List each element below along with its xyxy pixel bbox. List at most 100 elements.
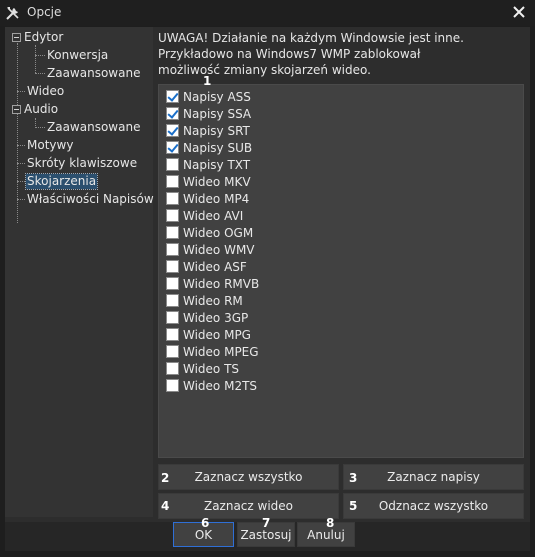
checkbox-unchecked[interactable] [166,311,179,324]
checkbox-unchecked[interactable] [166,260,179,273]
association-label: Napisy ASS [183,89,251,104]
collapse-icon[interactable] [12,105,21,114]
checkbox-unchecked[interactable] [166,209,179,222]
association-label: Wideo ASF [183,259,247,274]
association-item[interactable]: Wideo 3GP [166,309,248,326]
select-video-label: Zaznacz wideo [203,499,294,513]
association-item[interactable]: Wideo AVI [166,207,243,224]
association-item[interactable]: Napisy SRT [166,122,250,139]
association-item[interactable]: Wideo TS [166,360,239,377]
select-all-label: Zaznacz wszystko [194,470,303,484]
tree-line [35,45,36,73]
association-item[interactable]: Wideo MPEG [166,343,259,360]
tree-item-edytor[interactable]: Edytor [23,30,64,45]
checkbox-checked[interactable] [166,141,179,154]
tree-item-zaawansowane-edytor[interactable]: Zaawansowane [46,66,141,81]
checkbox-unchecked[interactable] [166,226,179,239]
association-item[interactable]: Napisy SUB [166,139,252,156]
tree-item-skojarzenia[interactable]: Skojarzenia [24,173,99,190]
checkbox-checked[interactable] [166,90,179,103]
tools-icon [6,7,19,20]
association-item[interactable]: Wideo MKV [166,173,251,190]
tree-line [17,91,25,92]
select-video-button[interactable]: Zaznacz wideo [158,493,339,519]
collapse-icon[interactable] [12,33,21,42]
association-item[interactable]: Wideo MP4 [166,190,249,207]
marker-label: 1 [203,74,212,88]
tree-line [17,163,25,164]
association-item[interactable]: Wideo OGM [166,224,253,241]
checkbox-unchecked[interactable] [166,294,179,307]
association-label: Wideo WMV [183,242,255,257]
select-subtitles-label: Zaznacz napisy [387,470,480,484]
tree-item-skroty[interactable]: Skróty klawiszowe [26,156,138,171]
association-label: Wideo MPG [183,327,251,342]
tree-line [17,199,25,200]
tree-line [17,145,25,146]
deselect-all-label: Odznacz wszystko [378,499,489,513]
tree-line [35,55,45,56]
tree-item-wlasciwosci-napisow[interactable]: Właściwości Napisów [26,192,155,207]
association-item[interactable]: Wideo RMVB [166,275,259,292]
checkbox-unchecked[interactable] [166,328,179,341]
association-label: Napisy SUB [183,140,253,155]
deselect-all-button[interactable]: Odznacz wszystko [343,493,524,519]
marker-label: 7 [262,516,271,530]
checkbox-checked[interactable] [166,124,179,137]
marker-label: 5 [349,499,358,513]
association-item[interactable]: Wideo M2TS [166,377,257,394]
checkbox-unchecked[interactable] [166,362,179,375]
association-label: Wideo 3GP [183,310,249,325]
association-list[interactable]: Napisy ASS Napisy SSA Napisy SRT Napisy SUB… [158,84,524,458]
association-label: Napisy SSA [183,106,252,121]
marker-label: 2 [161,471,170,485]
association-item[interactable]: Napisy ASS [166,88,251,105]
checkbox-unchecked[interactable] [166,379,179,392]
marker-label: 3 [349,471,358,485]
checkbox-checked[interactable] [166,107,179,120]
close-icon[interactable] [511,4,527,20]
tree-line [17,43,18,223]
tree-item-zaawansowane-audio[interactable]: Zaawansowane [46,120,141,135]
association-label: Wideo AVI [183,208,244,223]
association-item[interactable]: Wideo ASF [166,258,247,275]
warning-line: UWAGA! Działanie na każdym Windowsie jes… [158,31,464,45]
association-label: Wideo M2TS [183,378,258,393]
checkbox-unchecked[interactable] [166,345,179,358]
association-item[interactable]: Wideo WMV [166,241,255,258]
association-label: Wideo OGM [183,225,254,240]
checkbox-unchecked[interactable] [166,175,179,188]
tree-item-wideo[interactable]: Wideo [26,84,65,99]
tree-line [35,127,45,128]
association-item[interactable]: Wideo RM [166,292,243,309]
association-label: Wideo MP4 [183,191,250,206]
tree-item-audio[interactable]: Audio [23,102,59,117]
association-label: Napisy SRT [183,123,250,138]
association-label: Wideo MKV [183,174,251,189]
warning-line: Przykładowo na Windows7 WMP zablokował [158,47,421,61]
association-item[interactable]: Napisy TXT [166,156,250,173]
checkbox-unchecked[interactable] [166,243,179,256]
select-subtitles-button[interactable]: Zaznacz napisy [343,464,524,490]
marker-label: 4 [161,499,170,513]
marker-label: 6 [201,516,210,530]
dialog-body: Edytor Konwersja Zaawansowane Wideo Audi… [5,27,530,551]
checkbox-unchecked[interactable] [166,277,179,290]
category-tree[interactable]: Edytor Konwersja Zaawansowane Wideo Audi… [5,27,155,517]
tree-line [17,181,25,182]
select-all-button[interactable]: Zaznacz wszystko [158,464,339,490]
tree-item-motywy[interactable]: Motywy [26,138,74,153]
tree-item-konwersja[interactable]: Konwersja [46,48,109,63]
tree-line [35,73,45,74]
warning-text: UWAGA! Działanie na każdym Windowsie jes… [158,30,528,78]
checkbox-unchecked[interactable] [166,192,179,205]
warning-line: możliwość zmiany skojarzeń wideo. [158,63,371,77]
association-label: Wideo TS [183,361,240,376]
association-label: Wideo RMVB [183,276,260,291]
association-item[interactable]: Wideo MPG [166,326,251,343]
checkbox-unchecked[interactable] [166,158,179,171]
association-item[interactable]: Napisy SSA [166,105,251,122]
window-title: Opcje [27,5,62,19]
association-label: Wideo RM [183,293,243,308]
association-label: Napisy TXT [183,157,251,172]
